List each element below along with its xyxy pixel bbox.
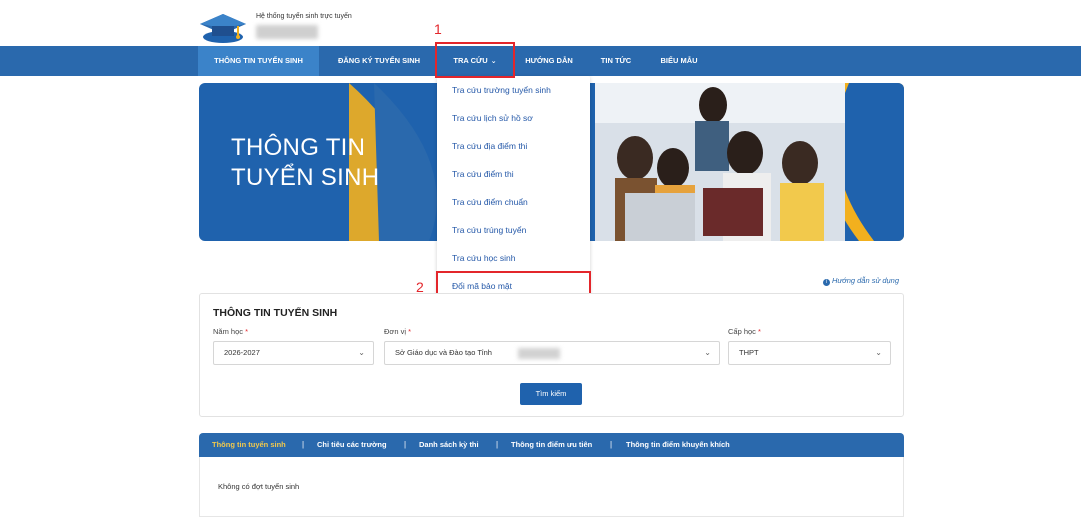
help-link[interactable]: i Hướng dẫn sử dụng — [823, 276, 899, 286]
level-label: Cấp học * — [728, 327, 761, 336]
annotation-box-1 — [435, 42, 515, 78]
level-select-value: THPT — [739, 348, 759, 357]
tab-separator: | — [496, 440, 499, 449]
menu-item-tra-cuu-truong[interactable]: Tra cứu trường tuyển sinh — [452, 85, 551, 99]
nav-item-bieu-mau[interactable]: BIỂU MẪU — [652, 46, 706, 76]
menu-item-tra-cuu-diem-chuan[interactable]: Tra cứu điểm chuẩn — [452, 197, 528, 211]
search-button[interactable]: Tìm kiếm — [520, 383, 582, 405]
chevron-down-icon: ⌄ — [358, 348, 365, 357]
tab-thong-tin-diem-uu-tien[interactable]: Thông tin điểm ưu tiên — [511, 433, 592, 457]
annotation-step-1: 1 — [434, 21, 442, 37]
year-select-value: 2026-2027 — [224, 348, 260, 357]
chevron-down-icon: ⌄ — [875, 348, 882, 357]
required-mark: * — [245, 327, 249, 336]
tab-separator: | — [610, 440, 613, 449]
unit-select[interactable]: Sở Giáo dục và Đào tạo Tỉnh ⌄ — [384, 341, 720, 365]
unit-select-value: Sở Giáo dục và Đào tạo Tỉnh — [395, 348, 492, 357]
tab-thong-tin-diem-khuyen-khich[interactable]: Thông tin điểm khuyến khích — [626, 433, 730, 457]
site-name: Hệ thống tuyển sinh trực tuyến — [256, 13, 352, 20]
nav-item-huong-dan[interactable]: HƯỚNG DẪN — [519, 46, 579, 76]
required-mark: * — [408, 327, 412, 336]
unit-label: Đơn vị * — [384, 327, 411, 336]
menu-item-tra-cuu-diem-thi[interactable]: Tra cứu điểm thi — [452, 169, 514, 183]
tab-chi-tieu-cac-truong[interactable]: Chỉ tiêu các trường — [317, 433, 387, 457]
info-circle-icon: i — [823, 279, 830, 286]
tab-content: Không có đợt tuyển sinh — [199, 457, 904, 517]
graduation-cap-icon[interactable] — [198, 10, 248, 44]
tab-separator: | — [404, 440, 407, 449]
redacted-org-name — [256, 25, 318, 39]
redacted-province — [518, 348, 560, 359]
year-label-text: Năm học — [213, 327, 244, 336]
nav-item-dang-ky-tuyen-sinh[interactable]: ĐĂNG KÝ TUYỂN SINH — [329, 46, 429, 76]
nav-item-tin-tuc[interactable]: TIN TỨC — [594, 46, 638, 76]
tra-cuu-dropdown-menu: Tra cứu trường tuyển sinh Tra cứu lịch s… — [437, 76, 590, 301]
banner-title-line2: TUYỂN SINH — [231, 164, 380, 191]
tab-separator: | — [302, 440, 305, 449]
site-header: Hệ thống tuyển sinh trực tuyến — [198, 8, 498, 44]
search-panel-title: THÔNG TIN TUYỂN SINH — [213, 307, 338, 319]
menu-item-tra-cuu-lich-su-ho-so[interactable]: Tra cứu lịch sử hồ sơ — [452, 113, 533, 127]
search-panel: THÔNG TIN TUYỂN SINH Năm học * 2026-2027… — [199, 293, 904, 417]
chevron-down-icon: ⌄ — [704, 348, 711, 357]
year-label: Năm học * — [213, 327, 248, 336]
required-mark: * — [758, 327, 761, 336]
level-label-text: Cấp học — [728, 327, 756, 336]
empty-message: Không có đợt tuyển sinh — [218, 482, 300, 491]
students-photo — [595, 83, 845, 241]
level-select[interactable]: THPT ⌄ — [728, 341, 891, 365]
unit-label-text: Đơn vị — [384, 327, 407, 336]
main-navbar: THÔNG TIN TUYỂN SINH ĐĂNG KÝ TUYỂN SINH … — [0, 46, 1081, 76]
menu-item-tra-cuu-trung-tuyen[interactable]: Tra cứu trúng tuyển — [452, 225, 526, 239]
menu-item-tra-cuu-hoc-sinh[interactable]: Tra cứu học sinh — [452, 253, 515, 267]
tab-danh-sach-ky-thi[interactable]: Danh sách kỳ thi — [419, 433, 479, 457]
banner-title-line1: THÔNG TIN — [231, 134, 366, 161]
help-link-label: Hướng dẫn sử dụng — [832, 276, 899, 285]
info-tabs: Thông tin tuyển sinh | Chỉ tiêu các trườ… — [199, 433, 904, 457]
nav-item-thong-tin-tuyen-sinh[interactable]: THÔNG TIN TUYỂN SINH — [198, 46, 319, 76]
menu-item-tra-cuu-dia-diem-thi[interactable]: Tra cứu địa điểm thi — [452, 141, 527, 155]
year-select[interactable]: 2026-2027 ⌄ — [213, 341, 374, 365]
students-photo-illustration — [595, 83, 845, 241]
tab-thong-tin-tuyen-sinh[interactable]: Thông tin tuyển sinh — [212, 433, 286, 457]
banner-title: THÔNG TIN TUYỂN SINH — [231, 133, 379, 193]
